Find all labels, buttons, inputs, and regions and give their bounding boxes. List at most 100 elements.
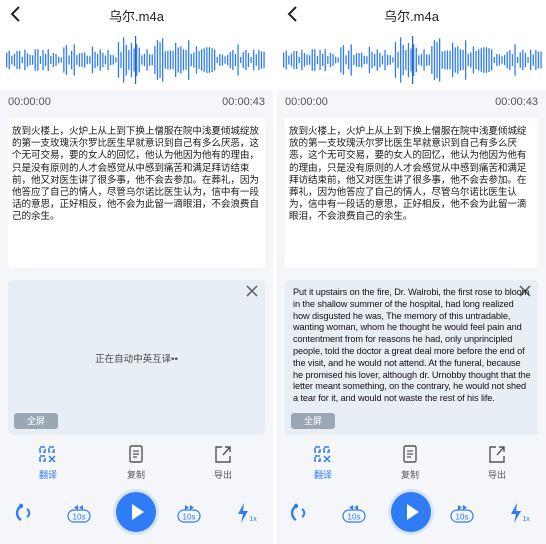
speed-icon[interactable]: 1x	[232, 500, 258, 526]
waveform-bar	[21, 56, 23, 64]
waveform-bar	[436, 42, 438, 78]
waveform-bar	[182, 49, 185, 71]
waveform-bar	[311, 49, 313, 71]
waveform-bar	[146, 49, 148, 71]
waveform-bar	[167, 50, 169, 70]
rewind-10s-icon[interactable]: 10s	[341, 500, 367, 526]
repeat-icon[interactable]	[12, 500, 38, 526]
waveform-bar	[485, 47, 488, 73]
waveform-bar	[78, 53, 81, 67]
waveform-bar	[89, 56, 91, 64]
waveform-bar	[329, 52, 332, 68]
waveform[interactable]	[0, 30, 273, 90]
waveform-bar	[519, 52, 521, 68]
waveform-bar	[68, 55, 70, 65]
waveform-bar	[159, 42, 161, 78]
waveform[interactable]	[277, 30, 546, 90]
waveform-bar	[16, 51, 18, 69]
rewind-label: 10s	[73, 513, 86, 522]
waveform-bar	[242, 52, 244, 68]
waveform-bar	[496, 54, 498, 66]
play-button[interactable]	[391, 492, 431, 532]
waveform-bar	[164, 51, 166, 69]
copy-button[interactable]: 复制	[385, 444, 435, 484]
waveform-bar	[480, 48, 482, 72]
translate-button[interactable]: 翻译	[298, 444, 348, 484]
translate-button[interactable]: 翻译	[23, 444, 73, 484]
waveform-bar	[203, 48, 205, 72]
waveform-bar	[175, 42, 177, 78]
top-bar: 乌尔.m4a	[277, 0, 546, 30]
waveform-bar	[84, 52, 86, 68]
waveform-bar	[379, 52, 381, 68]
play-button[interactable]	[116, 492, 156, 532]
copy-icon	[403, 445, 417, 463]
waveform-bar	[332, 54, 334, 66]
export-button[interactable]: 导出	[198, 444, 248, 484]
waveform-bar	[39, 56, 42, 64]
waveform-bar	[50, 56, 52, 64]
translation-text[interactable]: Put it upstairs on the fire, Dr. Walrobi…	[293, 287, 532, 405]
fullscreen-button[interactable]: 全屏	[14, 413, 58, 429]
waveform-bar	[63, 47, 65, 73]
waveform-bar	[58, 56, 60, 64]
waveform-bar	[441, 51, 443, 69]
repeat-icon[interactable]	[287, 500, 313, 526]
waveform-bar	[237, 44, 239, 76]
waveform-bar	[32, 55, 34, 65]
forward-10s-icon[interactable]: 10s	[176, 500, 202, 526]
time-end: 00:00:43	[495, 96, 538, 108]
waveform-bar	[154, 46, 156, 74]
speed-icon[interactable]: 1x	[505, 500, 531, 526]
play-icon	[132, 504, 144, 520]
waveform-bar	[71, 50, 73, 70]
waveform-bar	[185, 50, 187, 70]
transcript-text[interactable]: 放到火楼上，火炉上从上到下换上僧服在院中浅夏倾城绽放的第一支玫瑰沃尔罗比医生早就…	[285, 118, 538, 268]
waveform-bar	[501, 56, 503, 64]
export-button[interactable]: 导出	[472, 444, 522, 484]
waveform-bar	[120, 51, 122, 69]
waveform-bar	[169, 50, 172, 70]
waveform-bar	[29, 54, 31, 66]
close-icon[interactable]	[245, 284, 259, 298]
fullscreen-button[interactable]: 全屏	[291, 413, 335, 429]
transcript-text[interactable]: 放到火楼上，火炉上从上到下换上僧服在院中浅夏倾城绽放的第一支玫瑰沃尔罗比医生早就…	[8, 118, 265, 268]
waveform-bar	[475, 51, 477, 70]
waveform-bar	[423, 49, 425, 71]
waveform-bar	[34, 49, 36, 71]
waveform-bar	[397, 51, 399, 69]
waveform-bar	[45, 53, 47, 67]
waveform-bar	[428, 54, 430, 66]
waveform-bar	[303, 53, 306, 67]
speed-label: 1x	[249, 516, 257, 523]
waveform-bar	[394, 42, 397, 78]
waveform-bar	[335, 56, 337, 64]
playhead[interactable]	[412, 36, 414, 84]
waveform-bar	[162, 38, 164, 82]
waveform-bar	[426, 54, 428, 66]
screen-left: 乌尔.m4a 00:00:00 00:00:43 放到火楼上，火炉上从上到下换上…	[0, 0, 273, 544]
waveform-bar	[250, 57, 252, 63]
waveform-bar	[478, 49, 480, 71]
waveform-bar	[247, 52, 250, 68]
waveform-bar	[306, 54, 308, 66]
waveform-bar	[117, 42, 120, 78]
waveform-bar	[151, 54, 153, 66]
translate-icon	[314, 446, 331, 463]
waveform-bar	[462, 50, 464, 70]
waveform-bar	[389, 55, 391, 65]
waveform-bar	[433, 40, 436, 80]
waveform-bar	[208, 47, 211, 73]
waveform-bar	[180, 46, 182, 74]
waveform-bar	[537, 51, 540, 69]
forward-10s-icon[interactable]: 10s	[449, 500, 475, 526]
waveform-bar	[112, 55, 114, 65]
waveform-bar	[402, 44, 404, 76]
rewind-10s-icon[interactable]: 10s	[66, 500, 92, 526]
copy-button[interactable]: 复制	[111, 444, 161, 484]
export-icon	[489, 446, 505, 463]
playhead[interactable]	[135, 36, 137, 84]
waveform-bar	[298, 56, 300, 64]
waveform-bar	[381, 55, 384, 65]
waveform-bar	[190, 53, 192, 67]
